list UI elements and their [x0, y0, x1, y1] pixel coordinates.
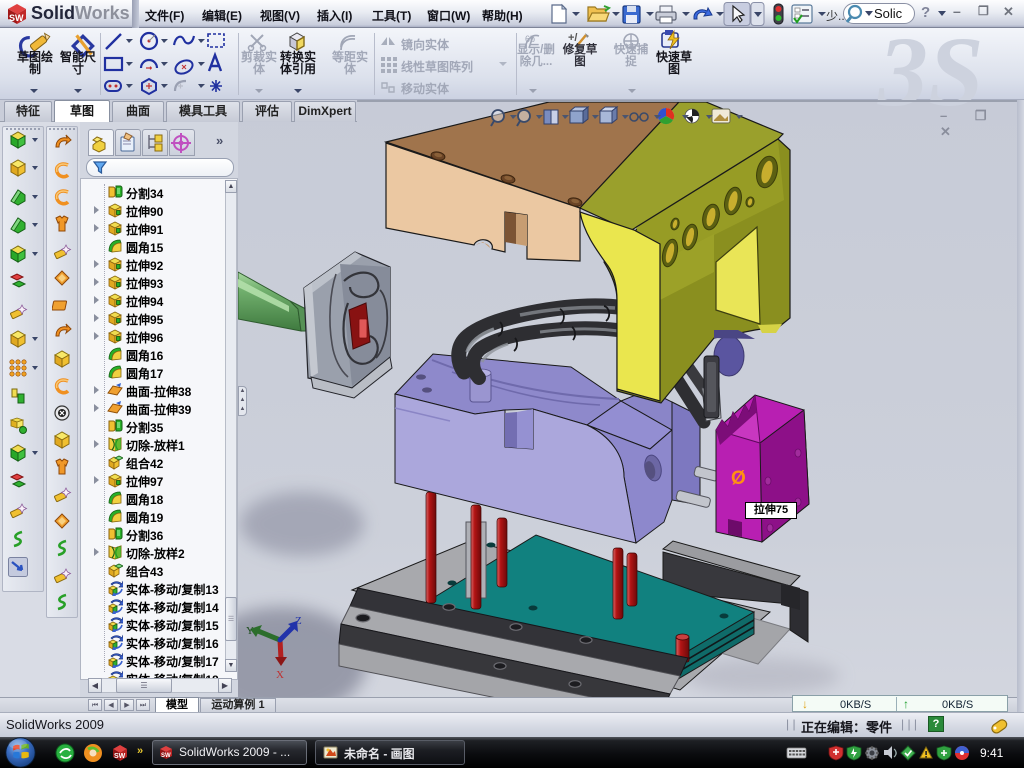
svg-text:Y: Y [246, 625, 254, 637]
svg-text:6b: 6b [525, 34, 535, 44]
svg-text:SW: SW [9, 13, 24, 23]
svg-text:»: » [137, 745, 143, 757]
svg-text:+/: +/ [568, 32, 577, 44]
svg-text:Z: Z [295, 615, 302, 627]
svg-text:SW: SW [114, 753, 126, 760]
svg-text:SW: SW [161, 753, 171, 759]
svg-text:Ø: Ø [731, 468, 746, 489]
svg-text:X: X [276, 669, 284, 681]
